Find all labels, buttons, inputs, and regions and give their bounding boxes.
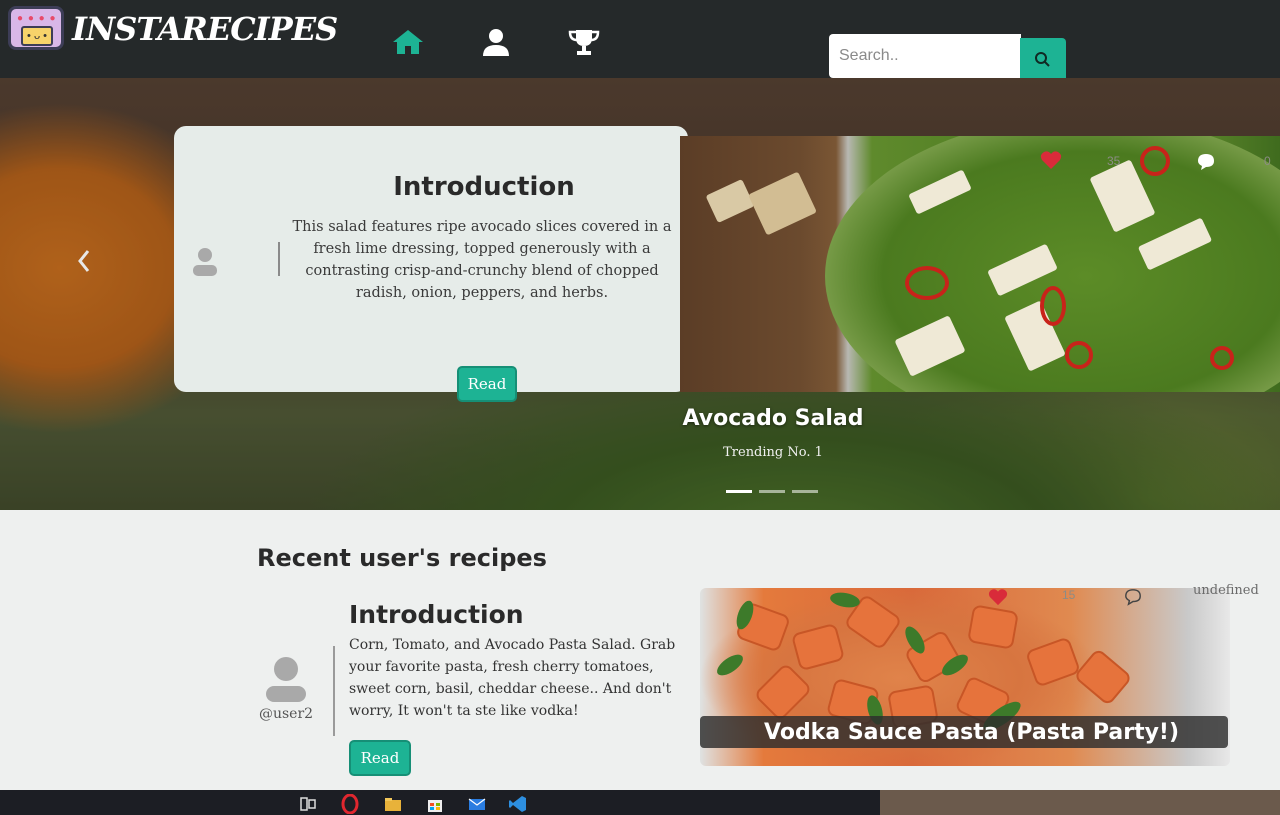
- heart-icon[interactable]: [988, 588, 1008, 606]
- recipe-name[interactable]: Vodka Sauce Pasta (Pasta Party!): [764, 720, 1179, 745]
- likes-count: 15: [1062, 588, 1076, 602]
- recipe-photo[interactable]: [680, 136, 1280, 392]
- file-explorer-icon[interactable]: [383, 794, 403, 814]
- search-button[interactable]: [1020, 38, 1066, 82]
- divider: [333, 646, 335, 736]
- brand-title[interactable]: INSTARECIPES: [72, 10, 338, 48]
- recipe-title: Introduction: [349, 600, 524, 629]
- likes-count: 35: [1107, 154, 1121, 168]
- vscode-icon[interactable]: [508, 794, 528, 814]
- mail-icon[interactable]: [467, 794, 487, 814]
- user-icon[interactable]: [478, 24, 514, 60]
- opera-browser-icon[interactable]: [340, 794, 360, 814]
- divider: [278, 242, 280, 276]
- avatar-icon[interactable]: [266, 656, 306, 702]
- recent-recipes-section: Recent user's recipes @user2 Introductio…: [0, 510, 1280, 790]
- carousel-indicator[interactable]: [759, 490, 785, 493]
- username[interactable]: @user2: [256, 706, 316, 722]
- comments-count: undefined: [1193, 583, 1259, 598]
- logo-oven-icon[interactable]: ● ● ● ● • ᴗ •: [8, 6, 64, 50]
- carousel-indicator[interactable]: [792, 490, 818, 493]
- comment-icon[interactable]: [1124, 588, 1142, 606]
- navbar: ● ● ● ● • ᴗ • INSTARECIPES: [0, 0, 1280, 84]
- slide-subtitle: Trending No. 1: [723, 445, 823, 460]
- carousel-prev-icon[interactable]: [76, 248, 92, 274]
- avatar-icon: [193, 248, 217, 276]
- monitor-bezel: [880, 790, 1280, 815]
- task-view-icon[interactable]: [298, 794, 318, 814]
- search-icon: [1035, 52, 1050, 67]
- comment-icon[interactable]: [1196, 152, 1216, 172]
- search-input[interactable]: [829, 34, 1021, 78]
- trophy-icon[interactable]: [566, 24, 602, 60]
- comments-count: 0: [1264, 154, 1271, 168]
- section-heading: Recent user's recipes: [257, 544, 547, 572]
- hero-carousel: Introduction This salad features ripe av…: [0, 78, 1280, 528]
- store-icon[interactable]: [425, 794, 445, 814]
- card-title: Introduction: [393, 172, 575, 202]
- card-description: This salad features ripe avocado slices …: [292, 219, 672, 301]
- slide-title[interactable]: Avocado Salad: [600, 406, 946, 431]
- home-icon[interactable]: [390, 24, 426, 60]
- carousel-indicators: [726, 490, 822, 494]
- intro-card: Introduction This salad features ripe av…: [174, 126, 688, 402]
- browser-viewport: ● ● ● ● • ᴗ • INSTARECIPES Search.. Intr…: [0, 0, 1280, 815]
- heart-icon[interactable]: [1040, 150, 1062, 170]
- read-button[interactable]: Read: [349, 740, 411, 776]
- read-button[interactable]: Read: [457, 366, 517, 402]
- carousel-indicator[interactable]: [726, 490, 752, 493]
- recipe-description: Corn, Tomato, and Avocado Pasta Salad. G…: [349, 637, 676, 719]
